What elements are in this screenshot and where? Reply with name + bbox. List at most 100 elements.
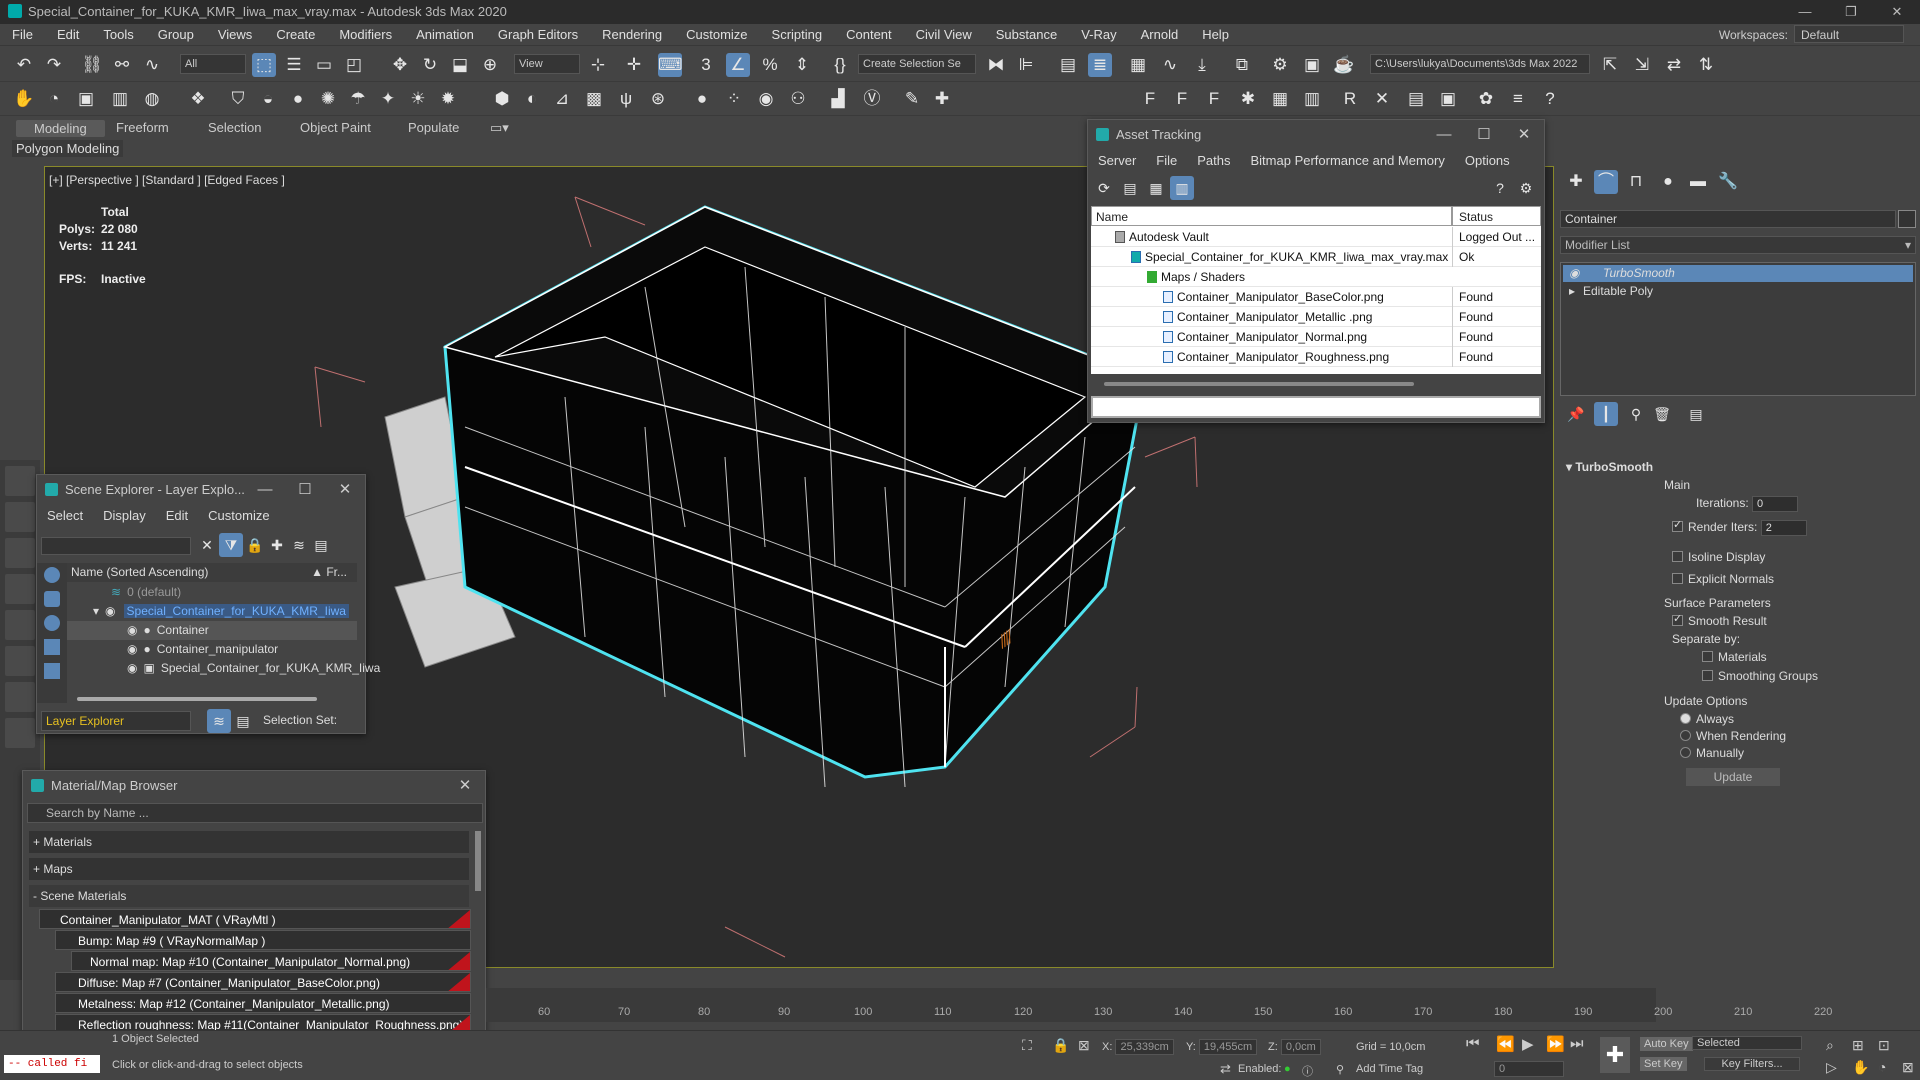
spinner-snap-icon[interactable]: ⇕ xyxy=(790,53,814,77)
grid-icon[interactable]: ▦ xyxy=(1268,87,1292,111)
vray-sun2-icon[interactable]: ☀ xyxy=(406,87,430,111)
vray-light-icon[interactable]: ✺ xyxy=(316,87,340,111)
asset-hscrollbar[interactable] xyxy=(1104,382,1414,386)
motion-tab-icon[interactable]: ● xyxy=(1656,170,1680,194)
info-icon[interactable]: ⓘ xyxy=(1302,1063,1313,1079)
fp-icon[interactable]: F xyxy=(1138,87,1162,111)
display-lights-icon[interactable] xyxy=(44,615,60,631)
layer-stack-icon[interactable]: ≋ xyxy=(287,533,311,557)
table-icon[interactable]: ▥ xyxy=(1300,87,1324,111)
menu-modifiers[interactable]: Modifiers xyxy=(327,27,404,42)
expand-icon[interactable]: ▸ xyxy=(1569,283,1575,300)
scene-menu-display[interactable]: Display xyxy=(93,508,156,523)
play-icon[interactable]: ▶ xyxy=(1522,1035,1534,1053)
menu-vray[interactable]: V-Ray xyxy=(1069,27,1128,42)
new-layer-icon[interactable]: ✚ xyxy=(265,533,289,557)
hierarchy-tab-icon[interactable]: ⊓ xyxy=(1624,170,1648,194)
maximize-button[interactable]: ❐ xyxy=(1828,0,1874,24)
update-button[interactable]: Update xyxy=(1686,768,1780,786)
vray-omni-icon[interactable]: ✦ xyxy=(376,87,400,111)
asset-menu-bitmap[interactable]: Bitmap Performance and Memory xyxy=(1241,153,1455,168)
when-rendering-radio[interactable] xyxy=(1680,730,1691,741)
scene-row-container[interactable]: ◉ ● Container xyxy=(67,621,357,640)
rectangular-selection-icon[interactable]: ▭ xyxy=(312,53,336,77)
absolute-mode-icon[interactable]: ⊠ xyxy=(1078,1037,1090,1054)
scene-menu-customize[interactable]: Customize xyxy=(198,508,279,523)
menu-create[interactable]: Create xyxy=(264,27,327,42)
asset-menu-file[interactable]: File xyxy=(1146,153,1187,168)
create-tab-icon[interactable]: ✚ xyxy=(1564,170,1588,194)
angle-snap-icon[interactable]: ∠ xyxy=(726,53,750,77)
box-icon[interactable]: ▣ xyxy=(74,87,98,111)
scene-menu-edit[interactable]: Edit xyxy=(156,508,198,523)
help-icon[interactable]: ? xyxy=(1538,87,1562,111)
menu-tools[interactable]: Tools xyxy=(91,27,145,42)
display-helpers-icon[interactable] xyxy=(44,663,60,679)
selection-set-icon[interactable]: ▤ xyxy=(231,709,255,733)
vray-dome-icon[interactable]: ◒ xyxy=(256,87,280,111)
percent-snap-icon[interactable]: % xyxy=(758,53,782,77)
menu-scripting[interactable]: Scripting xyxy=(760,27,835,42)
select-object-icon[interactable]: ⬚ xyxy=(252,53,276,77)
plant-icon[interactable]: ✿ xyxy=(1474,87,1498,111)
visibility-eye-icon[interactable]: ◉ xyxy=(127,642,137,656)
pan-icon[interactable]: ✋ xyxy=(1852,1059,1869,1076)
project-tools-icon[interactable]: ⇄ xyxy=(1662,53,1686,77)
scene-menu-select[interactable]: Select xyxy=(37,508,93,523)
vray-object-icon[interactable]: ❖ xyxy=(186,87,210,111)
separate-smoothing-checkbox[interactable] xyxy=(1702,670,1713,681)
select-by-name-icon[interactable]: ☰ xyxy=(282,53,306,77)
project-folder-icon[interactable]: ⇱ xyxy=(1598,53,1622,77)
strip-button-5[interactable] xyxy=(5,610,35,640)
unlink-icon[interactable]: ⚯ xyxy=(110,53,134,77)
scene-hscrollbar[interactable] xyxy=(77,697,317,701)
x-field[interactable]: 25,339cm xyxy=(1115,1039,1174,1055)
material-ball-icon[interactable]: ● xyxy=(690,87,714,111)
layer-explorer-icon[interactable]: ≣ xyxy=(1088,53,1112,77)
selection-lock-icon[interactable]: 🔒 xyxy=(1052,1037,1069,1054)
strip-button-4[interactable] xyxy=(5,574,35,604)
strip-button-7[interactable] xyxy=(5,682,35,712)
material-item[interactable]: Container_Manipulator_MAT ( VRayMtl ) xyxy=(39,909,471,929)
ribbon-options-icon[interactable]: ▭▾ xyxy=(490,120,509,136)
visibility-eye-icon[interactable]: ◉ xyxy=(127,623,137,637)
orbit-viewport-icon[interactable]: ◔ xyxy=(1878,1059,1886,1075)
vray-ies-icon[interactable]: ☂ xyxy=(346,87,370,111)
menu-animation[interactable]: Animation xyxy=(404,27,486,42)
layer-settings-icon[interactable]: ▤ xyxy=(309,533,333,557)
vray-plane2-icon[interactable]: ⊿ xyxy=(550,87,574,111)
material-browser-scrollbar[interactable] xyxy=(475,831,481,891)
auto-key-button[interactable]: Auto Key xyxy=(1640,1037,1693,1051)
filter-icon[interactable]: ⧩ xyxy=(219,533,243,557)
asset-minimize-button[interactable]: — xyxy=(1424,120,1464,150)
scene-close-button[interactable]: ✕ xyxy=(325,475,365,505)
iterations-spinner[interactable]: 0 xyxy=(1752,496,1799,512)
lock-icon[interactable]: 🔒 xyxy=(243,533,267,557)
goto-start-icon[interactable]: ⏮ xyxy=(1466,1035,1480,1052)
asset-col-status[interactable]: Status xyxy=(1452,206,1541,226)
zoom-icon[interactable]: ⌕ xyxy=(1826,1037,1834,1054)
scene-row-container-manipulator[interactable]: ◉ ● Container_manipulator xyxy=(67,640,357,659)
placement-icon[interactable]: ⊕ xyxy=(478,53,502,77)
explicit-normals-checkbox[interactable] xyxy=(1672,573,1683,584)
material-item[interactable]: Diffuse: Map #7 (Container_Manipulator_B… xyxy=(55,972,471,992)
enabled-dot-icon[interactable]: ● xyxy=(1284,1063,1291,1075)
vray-sphere-icon[interactable]: ⊛ xyxy=(646,87,670,111)
strip-button-1[interactable] xyxy=(5,466,35,496)
detail-view-icon[interactable]: ▦ xyxy=(1144,176,1168,200)
material-editor-icon[interactable]: ⧉ xyxy=(1230,53,1254,77)
show-end-result-icon[interactable]: ┃ xyxy=(1594,402,1618,426)
vray-mesh-icon[interactable]: ▩ xyxy=(582,87,606,111)
table-view-icon[interactable]: ▥ xyxy=(1170,176,1194,200)
expand-icon[interactable]: ▾ xyxy=(93,604,99,618)
asset-row[interactable]: Container_Manipulator_BaseColor.png Found xyxy=(1091,287,1541,307)
material-item[interactable]: Bump: Map #9 ( VRayNormalMap ) xyxy=(55,930,471,950)
selection-filter-dropdown[interactable]: All xyxy=(180,54,246,74)
object-color-swatch[interactable] xyxy=(1898,210,1916,228)
asset-menu-paths[interactable]: Paths xyxy=(1187,153,1240,168)
menu-customize[interactable]: Customize xyxy=(674,27,759,42)
time-tag-icon[interactable]: ⚲ xyxy=(1336,1063,1344,1076)
fr-icon[interactable]: F xyxy=(1202,87,1226,111)
fov-icon[interactable]: ▷ xyxy=(1826,1059,1837,1076)
layer-stack-toggle-icon[interactable]: ≋ xyxy=(207,709,231,733)
